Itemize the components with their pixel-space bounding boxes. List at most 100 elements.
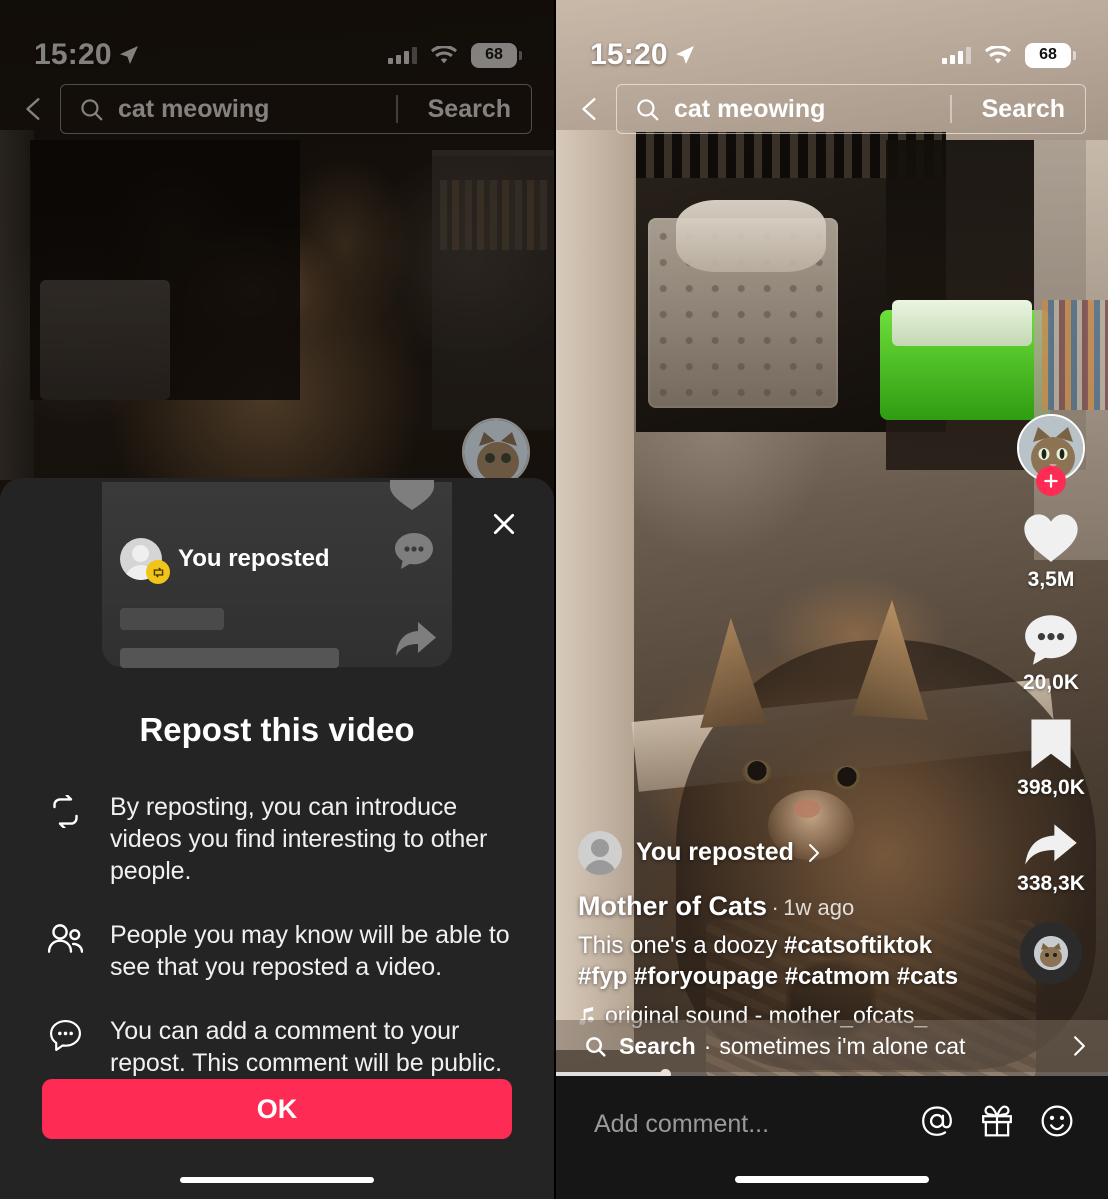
author-name[interactable]: Mother of Cats <box>578 891 767 921</box>
search-icon <box>79 97 104 122</box>
emoji-icon[interactable] <box>1040 1104 1074 1138</box>
search-query-text: cat meowing <box>674 94 826 123</box>
search-icon <box>635 97 660 122</box>
search-input[interactable]: cat meowing Search <box>616 84 1086 134</box>
status-clock-group: 15:20 <box>34 38 139 72</box>
cellular-signal-icon <box>942 46 971 64</box>
search-submit-button[interactable]: Search <box>412 95 527 124</box>
decor-books <box>1042 300 1108 410</box>
like-button[interactable]: 3,5M <box>1023 512 1079 592</box>
share-arrow-icon <box>1023 822 1079 867</box>
clock-time: 15:20 <box>590 38 668 71</box>
home-indicator <box>180 1177 374 1184</box>
left-panel-repost-dialog: 15:20 68 cat meowing Search You reposted… <box>0 0 554 1199</box>
hashtag-group-1[interactable]: #catsoftiktok <box>784 932 932 959</box>
heart-icon <box>1023 512 1079 563</box>
caption-description[interactable]: This one's a doozy #catsoftiktok #fyp #f… <box>578 930 1008 992</box>
search-submit-button[interactable]: Search <box>966 95 1081 124</box>
back-button[interactable] <box>570 87 610 131</box>
repost-icon <box>44 791 86 829</box>
skeleton-bar <box>120 648 339 668</box>
heart-icon <box>390 480 434 510</box>
follow-button[interactable] <box>1036 466 1066 496</box>
action-rail: 3,5M 20,0K 398,0K 338,3K <box>1004 414 1098 984</box>
back-button[interactable] <box>14 87 54 131</box>
wifi-icon <box>985 45 1011 65</box>
repost-preview-identity: You reposted <box>120 538 330 584</box>
music-disc-icon[interactable] <box>1020 922 1082 984</box>
avatar <box>578 830 622 875</box>
avatar <box>120 538 170 584</box>
comment-input[interactable]: Add comment... <box>594 1104 920 1139</box>
caption-text: This one's a doozy <box>578 931 785 959</box>
repost-attribution[interactable]: You reposted <box>578 830 1008 875</box>
repost-bottom-sheet: You reposted Repost this video By repost… <box>0 478 554 1199</box>
bookmark-icon <box>1029 717 1073 771</box>
battery-icon: 68 <box>471 42 522 68</box>
hashtag-group-2[interactable]: #fyp #foryoupage #catmom #cats <box>578 963 958 990</box>
repost-label: You reposted <box>636 838 794 867</box>
gift-icon[interactable] <box>980 1104 1014 1138</box>
video-caption: You reposted Mother of Cats · 1w ago Thi… <box>578 830 1008 1029</box>
list-item-text: You can add a comment to your repost. Th… <box>110 1017 502 1078</box>
decor-litter-lid <box>892 300 1032 346</box>
share-button[interactable]: 338,3K <box>1017 822 1085 896</box>
ok-button[interactable]: OK <box>42 1079 512 1140</box>
status-system-icons: 68 <box>942 42 1076 68</box>
suggestion-label: Search <box>619 1032 696 1059</box>
home-indicator <box>735 1176 929 1183</box>
location-arrow-icon <box>119 45 139 65</box>
comment-icon <box>394 532 434 570</box>
status-bar: 15:20 68 <box>0 0 554 84</box>
search-header: cat meowing Search <box>0 80 554 138</box>
repost-info-list: By reposting, you can introduce videos y… <box>44 791 510 1079</box>
bookmark-button[interactable]: 398,0K <box>1017 717 1085 800</box>
search-header: cat meowing Search <box>556 80 1108 138</box>
mention-icon[interactable] <box>920 1104 954 1138</box>
battery-level: 68 <box>485 46 503 63</box>
preview-reposted-label: You reposted <box>178 545 330 572</box>
share-count: 338,3K <box>1017 872 1085 895</box>
list-item-text: People you may know will be able to see … <box>110 921 510 982</box>
sheet-title: Repost this video <box>139 711 415 749</box>
chevron-right-icon[interactable] <box>1073 1035 1086 1057</box>
people-icon <box>44 919 86 954</box>
dual-panel-stage: 15:20 68 cat meowing Search You reposted… <box>0 0 1108 1199</box>
search-suggestion-bar[interactable]: Search · sometimes i'm alone cat <box>556 1020 1108 1072</box>
list-item: People you may know will be able to see … <box>44 919 510 983</box>
repost-preview-card: You reposted <box>102 480 452 668</box>
rail-avatar-behind-modal <box>462 418 530 486</box>
battery-icon: 68 <box>1025 42 1076 68</box>
cellular-signal-icon <box>388 46 417 64</box>
skeleton-bar <box>120 608 224 630</box>
chevron-right-icon <box>808 843 820 863</box>
cat-eye-right <box>832 766 862 790</box>
cat-ear-left <box>700 618 767 728</box>
post-timestamp: 1w ago <box>783 894 855 920</box>
search-divider <box>396 95 398 123</box>
list-item: You can add a comment to your repost. Th… <box>44 1015 510 1079</box>
clock-time: 15:20 <box>34 38 112 71</box>
search-input[interactable]: cat meowing Search <box>60 84 532 134</box>
close-button[interactable] <box>484 504 524 544</box>
author-avatar-button[interactable] <box>1017 414 1085 496</box>
list-item: By reposting, you can introduce videos y… <box>44 791 510 887</box>
list-item-text: By reposting, you can introduce videos y… <box>110 793 488 886</box>
bookmark-count: 398,0K <box>1017 776 1085 799</box>
wifi-icon <box>431 45 457 65</box>
suggestion-query: sometimes i'm alone cat <box>719 1032 966 1059</box>
comment-icon <box>1024 614 1078 666</box>
right-panel-video-feed: 15:20 68 cat meowing Search 3,5M 20,0K 3… <box>554 0 1108 1199</box>
comment-button[interactable]: 20,0K <box>1023 614 1079 695</box>
cat-nose <box>794 800 820 818</box>
comment-bar-icons <box>920 1104 1084 1138</box>
search-divider <box>950 95 952 123</box>
status-bar: 15:20 68 <box>556 0 1108 84</box>
share-arrow-icon <box>394 620 438 658</box>
comment-icon <box>44 1015 86 1052</box>
comment-count: 20,0K <box>1022 671 1080 694</box>
location-arrow-icon <box>675 45 695 65</box>
status-clock-group: 15:20 <box>590 38 695 72</box>
author-line: Mother of Cats · 1w ago <box>578 891 1008 922</box>
search-query-text: cat meowing <box>118 94 270 123</box>
